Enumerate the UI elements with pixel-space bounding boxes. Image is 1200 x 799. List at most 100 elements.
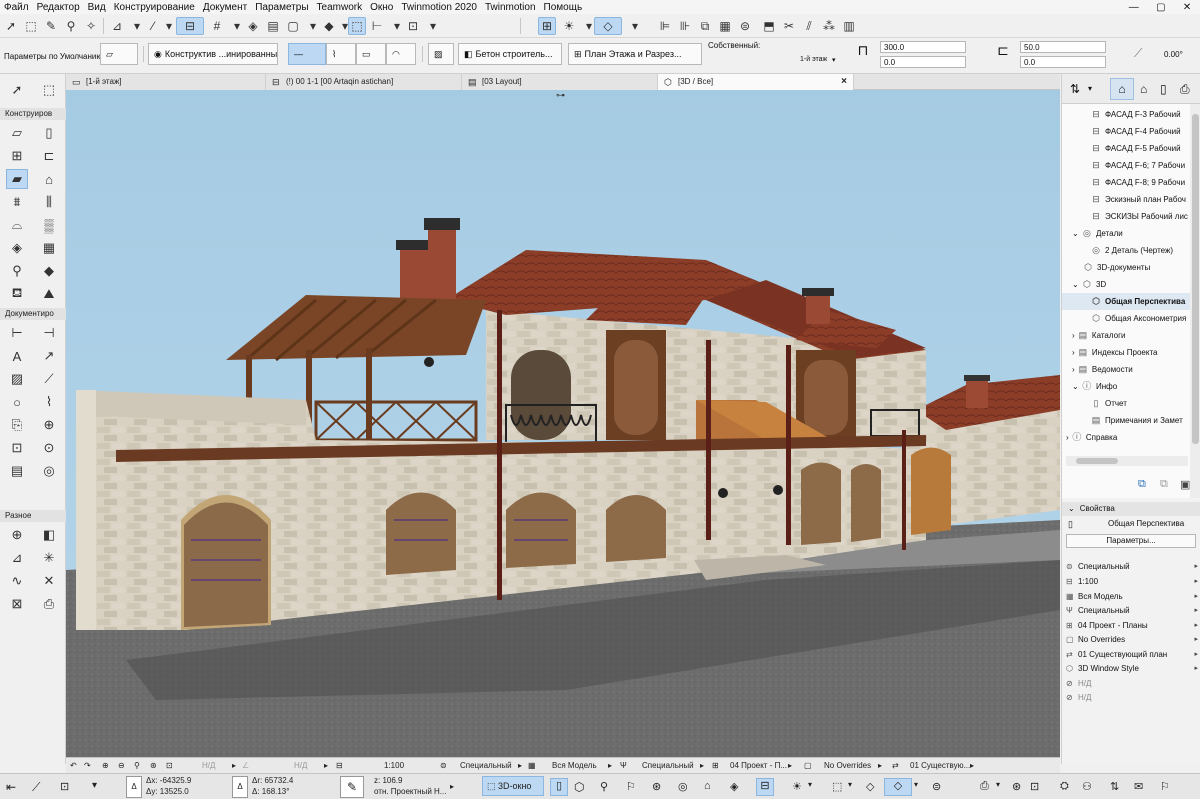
menu-design[interactable]: Конструирование [114, 2, 195, 13]
model-view[interactable]: Вся Модель [552, 758, 597, 774]
text-tool-icon[interactable]: A [6, 346, 28, 366]
close-window-icon[interactable]: ✕ [1183, 2, 1191, 13]
zone-tool-icon[interactable]: ◆ [38, 261, 60, 281]
hatch-button[interactable]: ▨ [428, 43, 454, 65]
camera-tool-icon[interactable]: ⎙ [38, 594, 60, 614]
railing-tool-icon[interactable]: ⫼ [38, 192, 60, 212]
chevron-down-icon[interactable]: ▾ [626, 17, 644, 35]
person-icon[interactable]: ⚇ [1082, 780, 1092, 793]
render-mode-icon[interactable]: ◇ [884, 778, 912, 796]
chevron-down-icon[interactable]: ▾ [808, 780, 812, 789]
interior-elev-tool-icon[interactable]: ⊙ [38, 438, 60, 458]
delta-polar-icon[interactable]: Δ [232, 776, 248, 798]
properties-header[interactable]: ⌄ Свойства [1062, 502, 1200, 516]
view-settings-icon[interactable]: ▣ [1180, 478, 1190, 491]
sun-icon[interactable]: ☀ [560, 17, 578, 35]
3d-window-button[interactable]: ⬚ 3D-окно [482, 776, 544, 796]
nav-item[interactable]: ⌄ ◎ Детали [1062, 225, 1190, 242]
menu-teamwork[interactable]: Teamwork [317, 2, 363, 13]
elevation-tool-icon[interactable]: ⊡ [6, 438, 28, 458]
menu-twinmotion[interactable]: Twinmotion [485, 2, 536, 13]
render-style-icon[interactable]: ◇ [594, 17, 622, 35]
layout-book-icon[interactable]: ▯ [1160, 82, 1167, 96]
tab-layout[interactable]: ▤ [03 Layout] [462, 74, 658, 90]
detail-tool-icon[interactable]: ◎ [38, 461, 60, 481]
curtain-wall-tool-icon[interactable]: ▒ [38, 215, 60, 235]
menu-view[interactable]: Вид [88, 2, 106, 13]
scale-value[interactable]: 1:100 [384, 758, 404, 774]
column-tool-icon[interactable]: ▯ [38, 123, 60, 143]
layers-icon[interactable]: ◈ [244, 17, 262, 35]
nav-item[interactable]: › ▤ Каталоги [1062, 327, 1190, 344]
align-icon[interactable]: ⊫ [656, 17, 674, 35]
bim-icon[interactable]: ⛭ [1060, 780, 1069, 793]
fill-tool-icon[interactable]: ▨ [6, 369, 28, 389]
circle-tool-icon[interactable]: ○ [6, 392, 28, 412]
eyedropper-icon[interactable]: ✎ [42, 17, 60, 35]
angle-value[interactable]: 0.00° [1164, 50, 1183, 59]
walk-icon[interactable]: ⚲ [134, 758, 140, 774]
wall-geometry-button[interactable]: ▱ [100, 43, 138, 65]
marquee-icon[interactable]: ⬚ [22, 17, 40, 35]
view-map-icon[interactable]: ⌂ [1140, 82, 1147, 96]
explore-icon[interactable]: ⊛ [652, 780, 661, 793]
nav-item[interactable]: ⌄ ⬡ 3D [1062, 276, 1190, 293]
navigator-menu-icon[interactable]: ⇅ [1070, 82, 1080, 96]
orbit-icon[interactable]: ⊛ [150, 758, 157, 774]
nav-item[interactable]: ⊟ ФАСАД F-3 Рабочий [1062, 106, 1190, 123]
undo-icon[interactable]: ↶ [70, 758, 77, 774]
skylight-tool-icon[interactable]: ✳ [38, 548, 60, 568]
nav-item[interactable]: ▯ Отчет [1062, 395, 1190, 412]
prop-row[interactable]: ⊟ 1:100 ▸ [1062, 575, 1200, 589]
menu-document[interactable]: Документ [203, 2, 247, 13]
menu-twinmotion-2020[interactable]: Twinmotion 2020 [401, 2, 477, 13]
slab-tool-icon[interactable]: ▰ [6, 169, 28, 189]
hotspot-tool-icon[interactable]: ✕ [38, 571, 60, 591]
prop-row[interactable]: ▢ No Overrides ▸ [1062, 633, 1200, 647]
nav-item[interactable]: ⬡ 3D-документы [1062, 259, 1190, 276]
camera-icon[interactable]: ⎙ [980, 780, 989, 793]
label-tool-icon[interactable]: ↗ [38, 346, 60, 366]
orbit-mode-icon[interactable]: ◎ [678, 780, 688, 793]
curved-wall-button[interactable]: ◠ [386, 43, 416, 65]
nav-item[interactable]: ⊟ ЭСКИЗЫ Рабочий лис [1062, 208, 1190, 225]
minimize-icon[interactable]: — [1129, 2, 1139, 13]
beam-tool-icon[interactable]: ⊞ [6, 146, 28, 166]
chevron-down-icon[interactable]: ▾ [914, 780, 918, 789]
array-icon[interactable]: ⁂ [820, 17, 838, 35]
params-button[interactable]: Параметры... [1066, 534, 1196, 548]
expand-toggle[interactable]: › [1072, 348, 1075, 357]
hide-icon[interactable]: ⊟ [756, 778, 774, 796]
pen-set[interactable]: Специальный [642, 758, 694, 774]
arrow-left-icon[interactable]: ⇤ [6, 780, 16, 794]
group-icon[interactable]: ▦ [716, 17, 734, 35]
fly-icon[interactable]: ⚲ [600, 780, 608, 793]
trim-icon[interactable]: ✂ [780, 17, 798, 35]
tab-3d[interactable]: ⬡ [3D / Все] × [658, 74, 854, 90]
notifications-icon[interactable]: ⚐ [1160, 780, 1170, 793]
scroll-thumb[interactable] [1192, 114, 1199, 444]
pencil-icon[interactable]: ✎ [340, 776, 364, 798]
level-dim-tool-icon[interactable]: ⊣ [38, 323, 60, 343]
polyline-tool-icon[interactable]: ⌇ [38, 392, 60, 412]
marquee-tool-icon[interactable]: ⬚ [38, 80, 60, 100]
nav-item[interactable]: ⊟ ФАСАД F-8; 9 Рабочи [1062, 174, 1190, 191]
nav-item[interactable]: ⊟ ФАСАД F-6; 7 Рабочи [1062, 157, 1190, 174]
chevron-down-icon[interactable]: ▾ [424, 17, 442, 35]
prop-row[interactable]: ⊘ Н/Д [1062, 691, 1200, 705]
tab-section[interactable]: ⊟ (!) 00 1-1 [00 Artaqin astichan] [266, 74, 462, 90]
prop-row[interactable]: ⬡ 3D Window Style ▸ [1062, 662, 1200, 676]
nav-item[interactable]: ⬡ Общая Аксонометрия [1062, 310, 1190, 327]
renovation-filter[interactable]: 01 Существую... [910, 758, 970, 774]
material-dropdown[interactable]: ◧ Бетон строитель... [458, 43, 562, 65]
zoom-out-icon[interactable]: ⊖ [118, 758, 125, 774]
expand-toggle[interactable]: ⌄ [1072, 280, 1079, 289]
nav-item[interactable]: ⊟ Эскизный план Рабоч [1062, 191, 1190, 208]
chevron-down-icon[interactable]: ▾ [1088, 84, 1092, 93]
nav-item-selected[interactable]: ⬡ Общая Перспектива [1062, 293, 1190, 310]
floor-dropdown-arrow[interactable]: ▾ [832, 56, 836, 64]
navigator-scrollbar[interactable] [1190, 104, 1200, 502]
section-document[interactable]: Документиро [0, 308, 66, 320]
worksheet-tool-icon[interactable]: ▤ [6, 461, 28, 481]
dimension-icon[interactable]: ⊿ [108, 17, 126, 35]
